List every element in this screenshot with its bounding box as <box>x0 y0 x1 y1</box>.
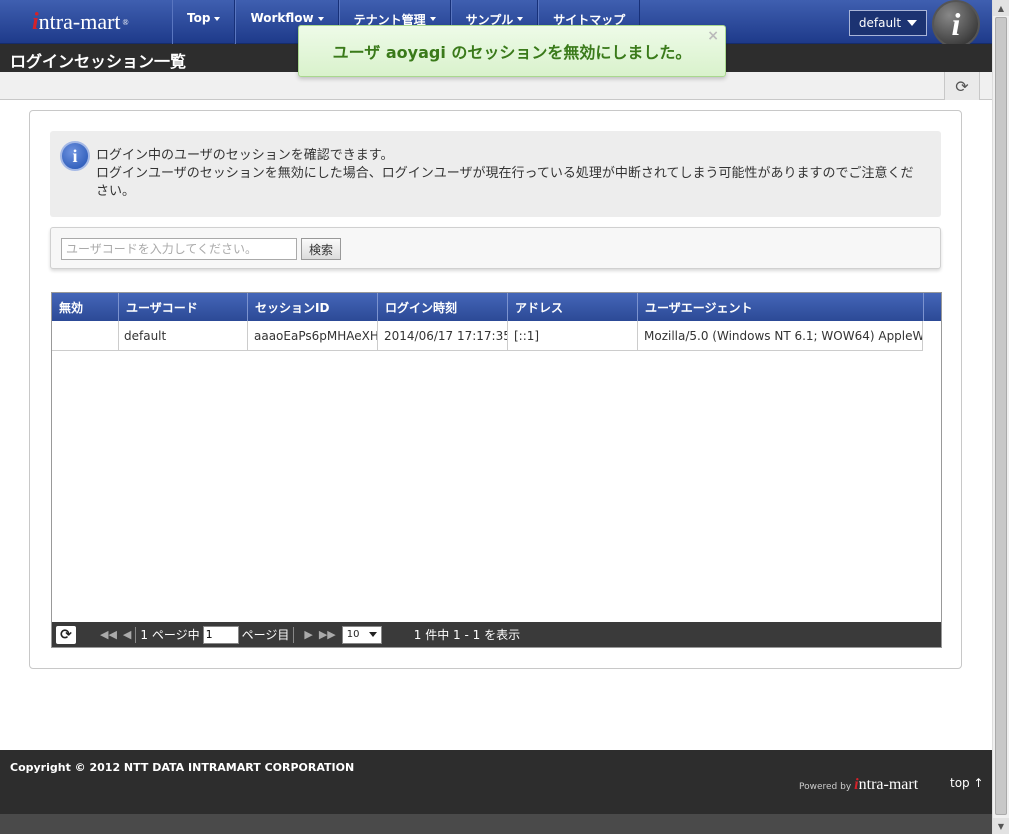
first-page-icon[interactable]: ◀◀ <box>100 628 117 641</box>
prev-page-icon[interactable]: ◀ <box>123 628 131 641</box>
caret-down-icon <box>214 17 221 21</box>
menu-top[interactable]: Top <box>172 0 236 44</box>
intra-mart-logo[interactable]: i ntra-mart ® <box>0 0 172 44</box>
cell-address: [::1] <box>508 321 638 350</box>
cell-disable[interactable] <box>52 321 119 350</box>
bottom-strip <box>0 814 992 834</box>
powered-by-label: Powered by <box>799 782 852 792</box>
grid-pager: ⟳ ◀◀ ◀ 1 ページ中 ページ目 ▶ ▶▶ 10 1 件中 1 - 1 を表… <box>52 622 941 647</box>
page-number-input[interactable] <box>202 625 239 644</box>
cell-login-time: 2014/06/17 17:17:35 <box>378 321 508 350</box>
powered-by: Powered by intra-mart <box>799 776 918 794</box>
toast-message: ユーザ aoyagi のセッションを無効にしました。 <box>332 43 692 62</box>
rows-per-page-select[interactable]: 10 <box>341 625 382 644</box>
info-message-box: i ログイン中のユーザのセッションを確認できます。 ログインユーザのセッションを… <box>50 131 941 217</box>
search-area: 検索 <box>50 227 941 269</box>
page-suffix: ページ目 <box>241 628 290 642</box>
column-header-user-agent[interactable]: ユーザエージェント <box>638 293 924 321</box>
scroll-down-icon[interactable]: ▼ <box>993 818 1009 834</box>
info-text: ログイン中のユーザのセッションを確認できます。 ログインユーザのセッションを無効… <box>96 147 926 201</box>
rows-per-page-value: 10 <box>346 629 360 640</box>
scroll-thumb[interactable] <box>995 17 1007 815</box>
search-button[interactable]: 検索 <box>301 238 341 260</box>
column-header-login-time[interactable]: ログイン時刻 <box>378 293 508 321</box>
column-header-address[interactable]: アドレス <box>508 293 638 321</box>
next-page-icon[interactable]: ▶ <box>304 628 312 641</box>
registered-mark: ® <box>122 17 129 27</box>
main-panel: i ログイン中のユーザのセッションを確認できます。 ログインユーザのセッションを… <box>29 110 962 669</box>
back-to-top-link[interactable]: top ↑ <box>950 776 984 790</box>
session-grid: 無効 ユーザコード セッションID ログイン時刻 アドレス ユーザエージェント … <box>51 292 942 648</box>
close-icon[interactable]: × <box>707 28 719 44</box>
cell-user-agent: Mozilla/5.0 (Windows NT 6.1; WOW64) Appl… <box>638 321 923 350</box>
column-header-session-id[interactable]: セッションID <box>248 293 378 321</box>
cell-user-code: default <box>119 321 248 350</box>
column-header-disable[interactable]: 無効 <box>52 293 119 321</box>
user-name: default <box>858 16 902 30</box>
menu-top-label: Top <box>187 11 211 25</box>
info-line-1: ログイン中のユーザのセッションを確認できます。 <box>96 148 394 163</box>
caret-down-icon <box>429 17 436 21</box>
page-prefix: 1 ページ中 <box>140 628 200 642</box>
column-header-user-code[interactable]: ユーザコード <box>119 293 248 321</box>
info-icon: i <box>60 141 90 171</box>
grid-header: 無効 ユーザコード セッションID ログイン時刻 アドレス ユーザエージェント <box>52 293 941 321</box>
user-code-search-input[interactable] <box>61 238 297 260</box>
footer-intra-mart-logo: intra-mart <box>854 776 918 794</box>
copyright-text: Copyright © 2012 NTT DATA INTRAMART CORP… <box>10 761 355 774</box>
scroll-up-icon[interactable]: ▲ <box>993 0 1009 16</box>
record-summary: 1 件中 1 - 1 を表示 <box>413 628 521 642</box>
brand-initial: i <box>32 8 39 35</box>
pager-separator <box>293 626 295 643</box>
info-line-2: ログインユーザのセッションを無効にした場合、ログインユーザが現在行っている処理が… <box>96 166 914 199</box>
cell-session-id: aaaoEaPs6pMHAeXHX <box>248 321 378 350</box>
pager-separator <box>135 626 137 643</box>
menu-workflow-label: Workflow <box>250 11 314 25</box>
refresh-icon[interactable]: ⟳ <box>944 72 980 100</box>
last-page-icon[interactable]: ▶▶ <box>319 628 336 641</box>
caret-down-icon <box>317 17 324 21</box>
table-row[interactable]: default aaaoEaPs6pMHAeXHX 2014/06/17 17:… <box>52 321 923 351</box>
brand-name: ntra-mart <box>38 9 121 34</box>
page-title: ログインセッション一覧 <box>10 52 187 71</box>
user-menu-button[interactable]: default <box>849 10 927 36</box>
caret-down-icon <box>907 20 918 26</box>
reload-icon[interactable]: ⟳ <box>56 625 76 644</box>
footer-logo-name: ntra-mart <box>858 776 919 793</box>
vertical-scrollbar[interactable]: ▲ ▼ <box>992 0 1009 834</box>
chevron-down-icon <box>368 632 377 637</box>
footer: Copyright © 2012 NTT DATA INTRAMART CORP… <box>0 750 992 814</box>
caret-down-icon <box>517 17 524 21</box>
im-emblem-icon[interactable]: i <box>932 0 980 48</box>
success-toast: ユーザ aoyagi のセッションを無効にしました。 × <box>298 25 726 77</box>
